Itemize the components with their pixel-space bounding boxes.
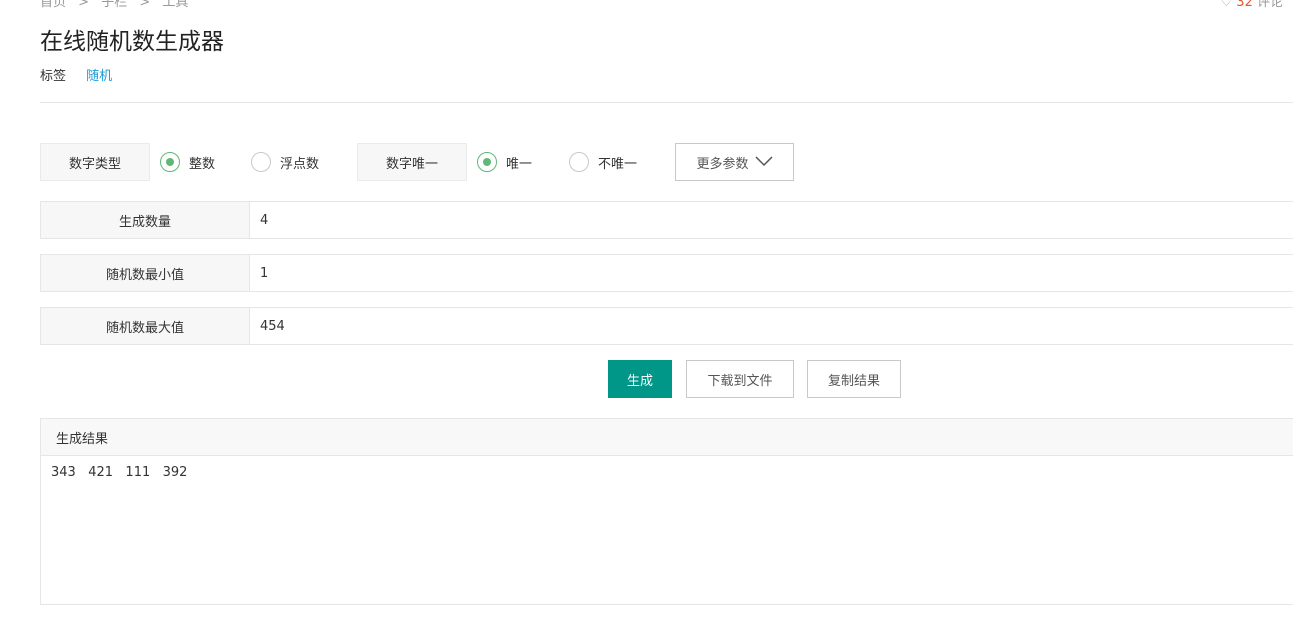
radio-not-unique[interactable]: 不唯一 — [569, 152, 637, 172]
tags-row: 标签 随机 — [40, 65, 112, 84]
radio-float-label: 浮点数 — [280, 156, 320, 172]
download-button[interactable]: 下载到文件 — [686, 360, 794, 398]
result-textarea[interactable]: 343 421 111 392 — [41, 456, 1293, 489]
radio-float[interactable]: 浮点数 — [251, 152, 319, 172]
radio-unchecked-icon[interactable] — [569, 152, 589, 172]
radio-checked-icon[interactable] — [160, 152, 180, 172]
divider — [40, 102, 1293, 103]
min-input[interactable]: 1 — [250, 255, 1293, 291]
more-params-label: 更多参数 — [696, 156, 749, 172]
page-title: 在线随机数生成器 — [40, 29, 224, 55]
unique-label: 数字唯一 — [357, 143, 467, 181]
breadcrumb: 首页 > 子栏 > 工具 — [40, 0, 196, 10]
breadcrumb-separator: > — [78, 0, 90, 10]
radio-not-unique-label: 不唯一 — [598, 156, 638, 172]
copy-result-button[interactable]: 复制结果 — [807, 360, 901, 398]
generate-button[interactable]: 生成 — [608, 360, 672, 398]
breadcrumb-item-home[interactable]: 首页 — [40, 0, 66, 10]
max-row: 随机数最大值 454 — [40, 307, 1293, 345]
chevron-down-icon — [754, 155, 773, 170]
comment-count: 32 — [1236, 0, 1253, 10]
result-header: 生成结果 — [41, 419, 1293, 456]
breadcrumb-item-section[interactable]: 子栏 — [101, 0, 127, 10]
max-input[interactable]: 454 — [250, 308, 1293, 344]
more-params-button[interactable]: 更多参数 — [675, 143, 794, 181]
comment-label[interactable]: 评论 — [1257, 0, 1283, 10]
tags-label: 标签 — [40, 69, 67, 84]
radio-unique-label: 唯一 — [506, 156, 533, 172]
page: 首页 > 子栏 > 工具 ♡ 32 评论 在线随机数生成器 标签 随机 数字类型… — [0, 0, 1293, 617]
tag-link-random[interactable]: 随机 — [86, 69, 112, 84]
radio-integer[interactable]: 整数 — [160, 152, 215, 172]
radio-integer-label: 整数 — [189, 156, 216, 172]
result-panel: 生成结果 343 421 111 392 — [40, 418, 1293, 605]
breadcrumb-item-tools[interactable]: 工具 — [162, 0, 188, 10]
count-input[interactable]: 4 — [250, 202, 1293, 238]
heart-icon[interactable]: ♡ — [1221, 0, 1233, 10]
max-label: 随机数最大值 — [41, 308, 250, 344]
count-row: 生成数量 4 — [40, 201, 1293, 239]
top-right-meta: ♡ 32 评论 — [1221, 0, 1284, 10]
count-label: 生成数量 — [41, 202, 250, 238]
radio-checked-icon[interactable] — [477, 152, 497, 172]
radio-unchecked-icon[interactable] — [251, 152, 271, 172]
min-row: 随机数最小值 1 — [40, 254, 1293, 292]
min-label: 随机数最小值 — [41, 255, 250, 291]
radio-unique[interactable]: 唯一 — [477, 152, 532, 172]
number-type-label: 数字类型 — [40, 143, 150, 181]
breadcrumb-separator: > — [139, 0, 151, 10]
